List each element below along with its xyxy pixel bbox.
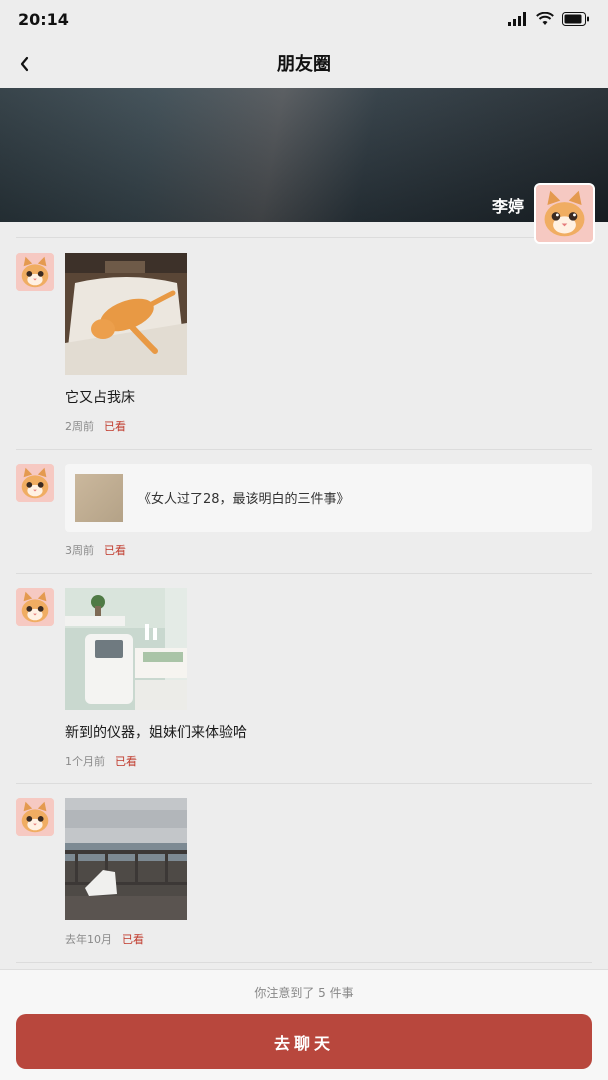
wifi-icon xyxy=(536,12,554,25)
seen-badge: 已看 xyxy=(104,544,126,557)
post-text: 新到的仪器，姐妹们来体验哈 xyxy=(65,725,247,741)
divider xyxy=(16,573,592,574)
nav-bar: 朋友圈 xyxy=(0,40,608,88)
divider xyxy=(16,449,592,450)
post-avatar[interactable] xyxy=(16,798,54,836)
status-time: 20:14 xyxy=(18,10,69,29)
post-meta: 2周前 已看 xyxy=(65,418,126,434)
link-thumbnail xyxy=(75,474,123,522)
post-avatar[interactable] xyxy=(16,253,54,291)
cat-avatar-icon xyxy=(536,185,593,242)
post-meta: 1个月前 已看 xyxy=(65,753,137,769)
post-meta: 3周前 已看 xyxy=(65,542,126,558)
cat-on-bed-image xyxy=(65,253,187,375)
cat-avatar-icon xyxy=(16,798,54,836)
post-time: 3周前 xyxy=(65,544,94,557)
post-photo[interactable] xyxy=(65,798,187,920)
seen-badge: 已看 xyxy=(122,933,144,946)
post-avatar[interactable] xyxy=(16,464,54,502)
divider xyxy=(16,783,592,784)
post-avatar[interactable] xyxy=(16,588,54,626)
post-photo[interactable] xyxy=(65,588,187,710)
post-text: 它又占我床 xyxy=(65,390,135,406)
post-photo[interactable] xyxy=(65,253,187,375)
page-title: 朋友圈 xyxy=(277,54,331,75)
post-time: 2周前 xyxy=(65,420,94,433)
post-time: 去年10月 xyxy=(65,933,112,946)
bottom-panel: 你注意到了 5 件事 去聊天 xyxy=(0,969,608,1080)
status-icons xyxy=(508,12,590,26)
profile-name: 李婷 xyxy=(491,197,524,216)
beauty-device-image xyxy=(65,588,187,710)
cat-avatar-icon xyxy=(16,588,54,626)
seen-badge: 已看 xyxy=(115,755,137,768)
signal-icon xyxy=(508,12,526,26)
status-bar: 20:14 xyxy=(0,0,608,40)
notice-text: 你注意到了 5 件事 xyxy=(254,986,354,1000)
link-title: 《女人过了28，最该明白的三件事》 xyxy=(138,492,350,507)
divider xyxy=(16,237,592,238)
profile-avatar[interactable] xyxy=(534,183,595,244)
battery-icon xyxy=(562,12,589,26)
seaside-deck-image xyxy=(65,798,187,920)
seen-badge: 已看 xyxy=(104,420,126,433)
cat-avatar-icon xyxy=(16,464,54,502)
go-chat-button[interactable]: 去聊天 xyxy=(16,1014,592,1069)
divider xyxy=(16,962,592,963)
post-meta: 去年10月 已看 xyxy=(65,931,144,947)
shared-link-card[interactable]: 《女人过了28，最该明白的三件事》 xyxy=(65,464,592,532)
cat-avatar-icon xyxy=(16,253,54,291)
post-time: 1个月前 xyxy=(65,755,105,768)
